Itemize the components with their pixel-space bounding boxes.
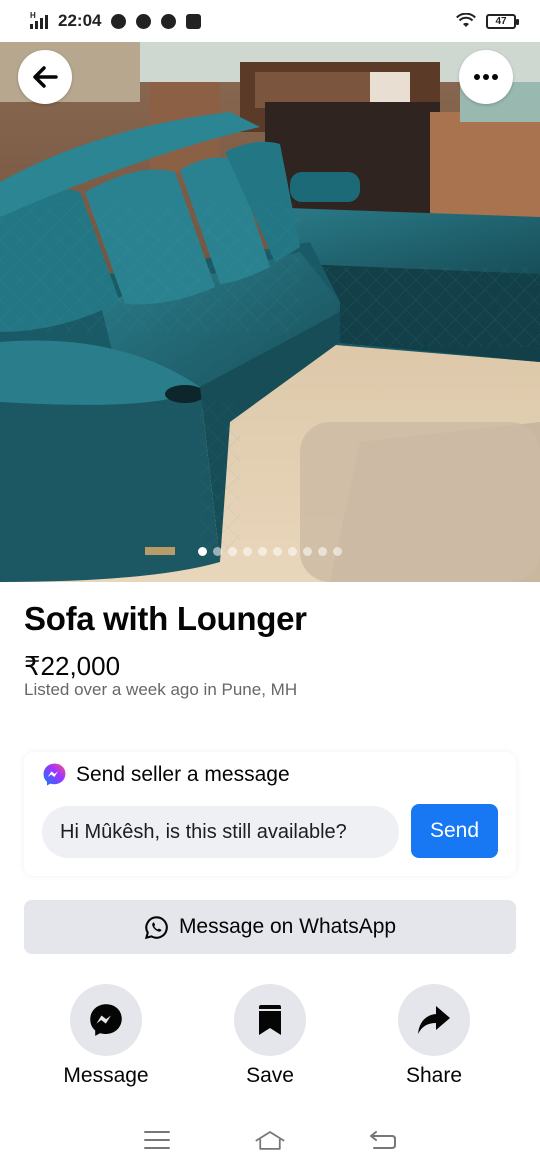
share-action[interactable]: Share [369, 984, 499, 1088]
photo-dot[interactable] [273, 547, 282, 556]
share-action-circle[interactable] [398, 984, 470, 1056]
more-options-button[interactable] [459, 50, 513, 104]
photo-dot[interactable] [333, 547, 342, 556]
notification-icon [186, 13, 202, 29]
photo-dot[interactable] [198, 547, 207, 556]
signal-icon: H [30, 11, 50, 29]
chrome-icon [136, 13, 152, 29]
status-time: 22:04 [58, 11, 102, 30]
photo-dot[interactable] [243, 547, 252, 556]
save-action[interactable]: Save [205, 984, 335, 1088]
listing-photo[interactable] [0, 42, 540, 582]
home-icon[interactable] [254, 1124, 286, 1156]
arrow-left-icon [33, 66, 58, 88]
status-bar: H 22:04 47 [0, 0, 540, 42]
share-arrow-icon [418, 1006, 450, 1034]
bookmark-icon [259, 1005, 281, 1035]
photo-dot[interactable] [213, 547, 222, 556]
action-row: Message Save Share [0, 984, 540, 1094]
photo-dot[interactable] [228, 547, 237, 556]
message-action[interactable]: Message [41, 984, 171, 1088]
messenger-icon [43, 763, 66, 786]
message-card-title: Send seller a message [76, 762, 290, 786]
back-icon[interactable] [367, 1124, 399, 1156]
message-action-label: Message [63, 1064, 149, 1087]
battery-icon: 47 [486, 13, 519, 29]
status-right: 47 [456, 13, 519, 29]
network-type: H [30, 11, 36, 20]
message-seller-card: Send seller a message Hi Mûkêsh, is this… [24, 752, 516, 876]
photo-dot[interactable] [258, 547, 267, 556]
photo-page-indicator[interactable] [0, 547, 540, 556]
photo-dot[interactable] [303, 547, 312, 556]
whatsapp-label: Message on WhatsApp [178, 915, 397, 938]
system-nav-bar [0, 1110, 540, 1170]
share-action-label: Share [405, 1064, 463, 1087]
notification-icon [161, 13, 177, 29]
status-left: H 22:04 [30, 11, 202, 31]
photo-dot[interactable] [318, 547, 327, 556]
listing-price: ₹22,000 [24, 651, 121, 681]
listing-meta: Listed over a week ago in Pune, MH [24, 680, 298, 699]
save-action-circle[interactable] [234, 984, 306, 1056]
listing-title: Sofa with Lounger [24, 600, 307, 637]
message-action-circle[interactable] [70, 984, 142, 1056]
save-action-label: Save [246, 1064, 294, 1087]
message-input[interactable]: Hi Mûkêsh, is this still available? [42, 806, 399, 858]
messenger-icon [90, 1004, 122, 1036]
back-button[interactable] [18, 50, 72, 104]
whatsapp-button[interactable]: Message on WhatsApp [24, 900, 516, 954]
send-button[interactable]: Send [411, 804, 498, 858]
wifi-icon [456, 13, 476, 27]
sofa-photo [0, 42, 540, 582]
whatsapp-icon [144, 915, 168, 939]
photo-dot[interactable] [288, 547, 297, 556]
message-card-header: Send seller a message [42, 762, 290, 787]
menu-icon[interactable] [141, 1124, 173, 1156]
more-dots-icon [474, 74, 498, 80]
notification-icon [111, 13, 127, 29]
